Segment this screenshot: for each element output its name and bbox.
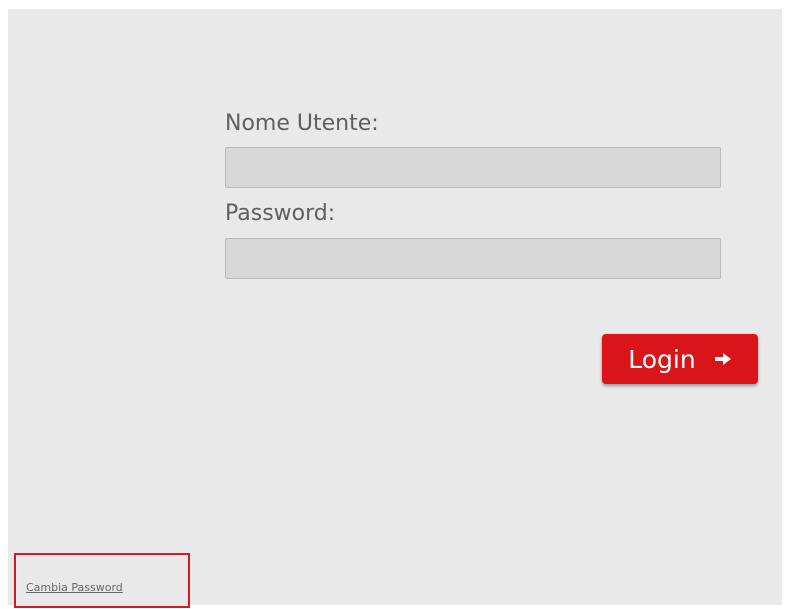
login-button[interactable]: Login [602,334,758,384]
login-page: Nome Utente: Password: Login Cambia Pass… [8,9,782,608]
change-password-link[interactable]: Cambia Password [26,581,123,594]
password-label: Password: [225,201,336,226]
login-button-label: Login [628,344,696,374]
username-label: Nome Utente: [225,111,379,136]
username-input[interactable] [225,147,721,188]
password-input[interactable] [225,238,721,279]
arrow-right-icon [714,352,732,366]
